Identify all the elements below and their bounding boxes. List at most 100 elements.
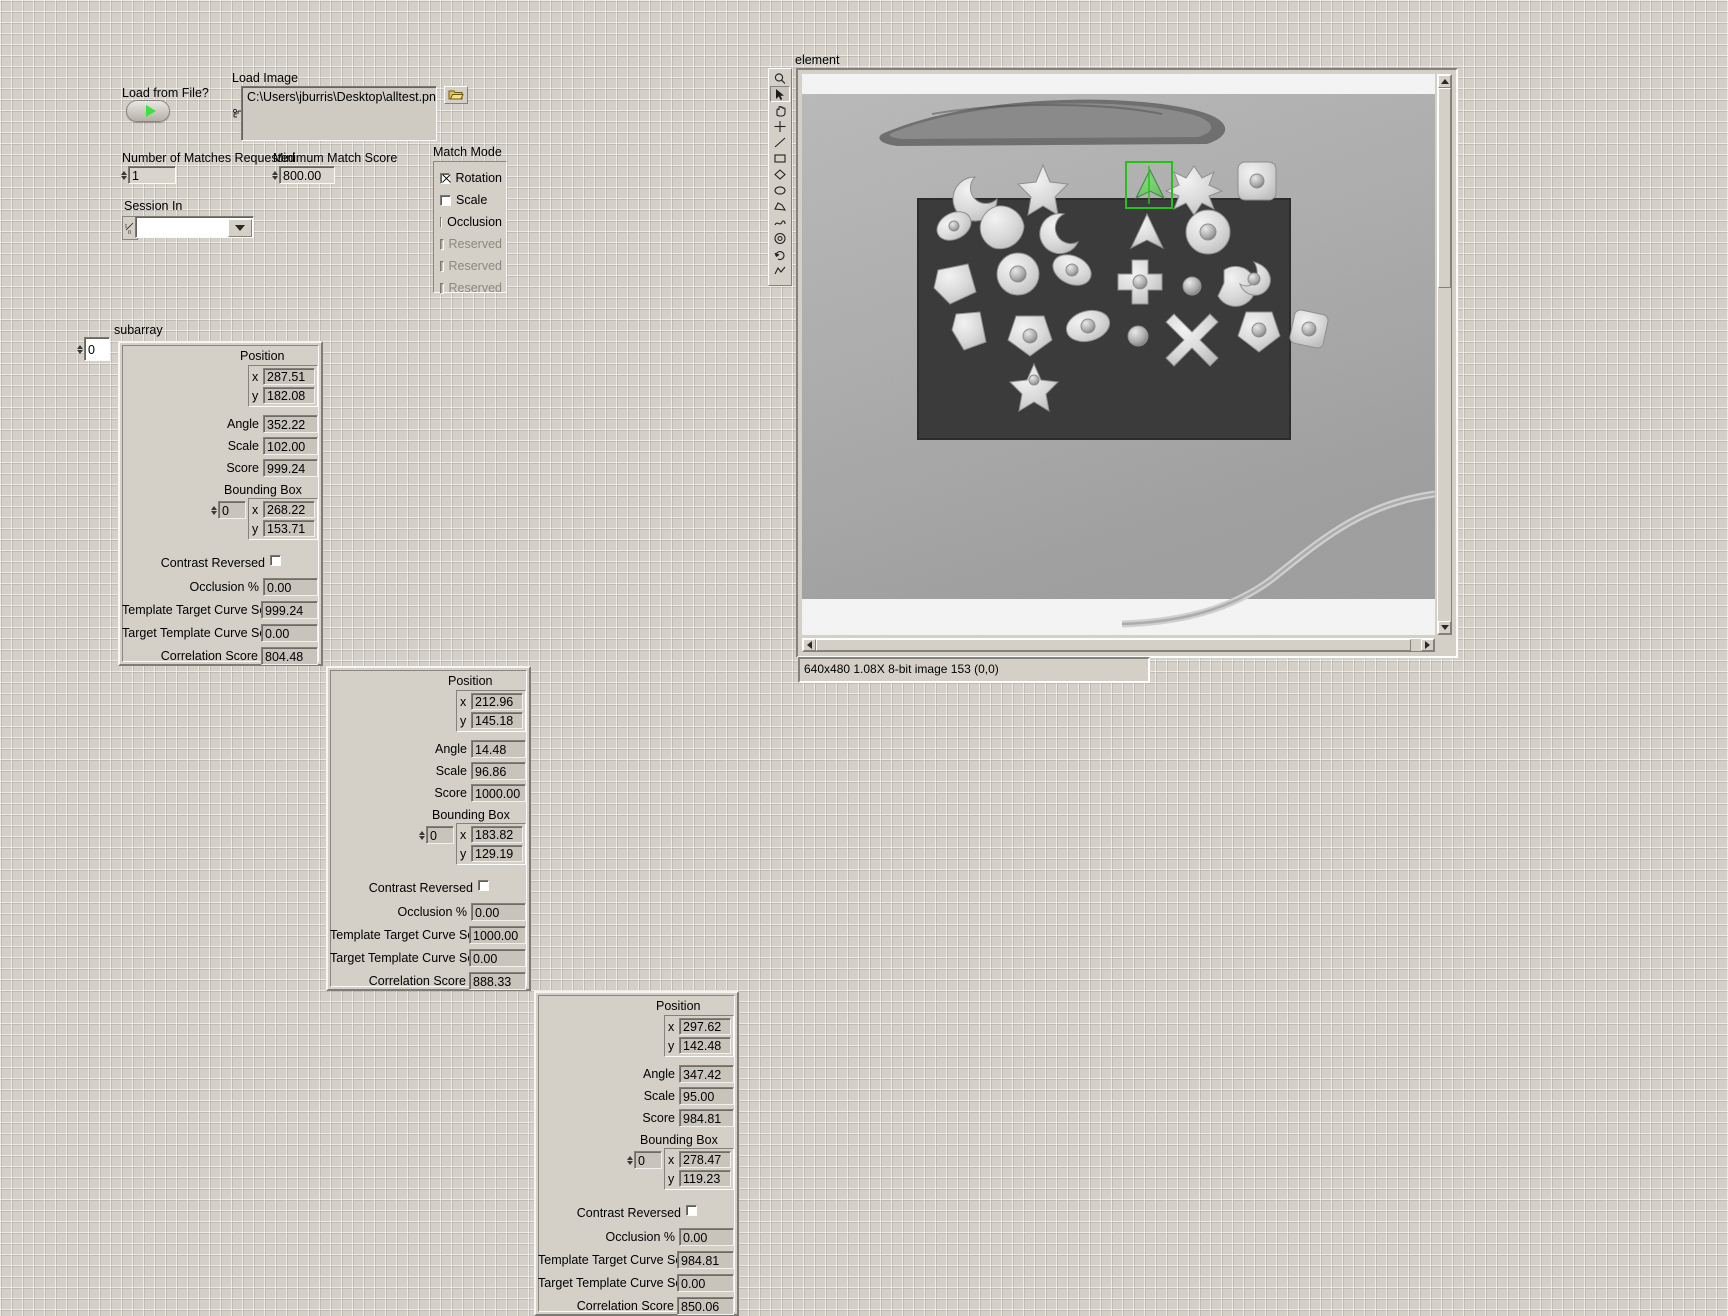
bounding-box-cluster: x 278.47 y 119.23 <box>664 1148 734 1190</box>
score-label: Score <box>642 1111 675 1125</box>
position-x-label: x <box>252 370 259 384</box>
bbox-index-control[interactable]: 0 <box>626 1151 662 1169</box>
template-target-curve-score-label: Template Target Curve Score <box>330 928 492 942</box>
scale-label: Scale <box>643 1089 675 1103</box>
scroll-right-button[interactable] <box>1421 639 1434 651</box>
angle-value: 14.48 <box>471 740 526 758</box>
target-template-curve-score-value: 0.00 <box>677 1274 734 1292</box>
rotated-rectangle-tool[interactable] <box>770 166 790 182</box>
target-template-curve-score-label: Target Template Curve Score <box>330 951 492 965</box>
min-score-control[interactable]: 800.00 <box>271 166 335 184</box>
match-mode-item-scale-1[interactable]: Scale <box>440 189 502 211</box>
load-image-path-container: C:\Users\jburris\Desktop\alltest.png <box>232 86 437 141</box>
bbox-index-stepper[interactable] <box>626 1151 634 1169</box>
session-in-control[interactable]: I0 <box>122 216 254 240</box>
bbox-x-label: x <box>252 503 259 517</box>
angle-label: Angle <box>227 417 259 431</box>
checkbox-icon[interactable] <box>478 880 489 891</box>
correlation-score-label: Correlation Score <box>368 974 466 988</box>
viewer-status-bar: 640x480 1.08X 8-bit image 153 (0,0) <box>798 657 1150 683</box>
bbox-index-stepper[interactable] <box>210 501 218 519</box>
oval-tool[interactable] <box>770 182 790 198</box>
position-label: Position <box>448 674 493 688</box>
score-value: 1000.00 <box>471 784 526 802</box>
checkbox-checked-icon[interactable] <box>440 172 451 184</box>
folder-icon <box>448 90 464 100</box>
scroll-down-button[interactable] <box>1438 621 1451 634</box>
num-matches-stepper[interactable] <box>120 166 128 184</box>
hscroll-thumb[interactable] <box>816 639 1411 651</box>
zoom-tool[interactable] <box>770 70 790 86</box>
broken-line-tool[interactable] <box>770 262 790 278</box>
polygon-tool[interactable] <box>770 198 790 214</box>
match-mode-item-rotation-0[interactable]: Rotation <box>440 167 502 189</box>
contrast-reversed-checkbox[interactable] <box>686 1205 697 1219</box>
subarray-index-control[interactable]: 0 <box>76 337 112 361</box>
checkbox-icon[interactable] <box>270 555 281 566</box>
checkbox-icon[interactable] <box>686 1205 697 1216</box>
occlusion-value: 0.00 <box>471 903 526 921</box>
position-label: Position <box>656 999 701 1013</box>
position-cluster: x 297.62 y 142.48 <box>664 1015 734 1057</box>
bbox-index-stepper[interactable] <box>418 826 426 844</box>
viewer-hscrollbar[interactable] <box>802 638 1435 652</box>
position-y-value: 145.18 <box>471 712 523 729</box>
bbox-index-control[interactable]: 0 <box>418 826 454 844</box>
bounding-box-cluster: x 183.82 y 129.19 <box>456 823 526 865</box>
position-y-label: y <box>252 389 259 403</box>
bbox-index-control[interactable]: 0 <box>210 501 246 519</box>
contrast-reversed-checkbox[interactable] <box>478 880 489 894</box>
pan-hand-tool[interactable] <box>770 102 790 118</box>
annulus-tool[interactable] <box>770 230 790 246</box>
image-viewer-frame <box>796 68 1458 658</box>
scale-label: Scale <box>435 764 467 778</box>
machine-vision-image <box>802 74 1435 635</box>
scroll-up-button[interactable] <box>1438 75 1451 88</box>
contrast-reversed-label: Contrast Reversed <box>576 1206 681 1220</box>
correlation-score-value: 804.48 <box>261 647 318 665</box>
bbox-x-value: 183.82 <box>471 826 523 843</box>
load-from-file-led <box>146 105 156 117</box>
match-mode-item-label: Reserved <box>448 281 503 295</box>
scale-value: 95.00 <box>679 1087 734 1105</box>
load-from-file-label: Load from File? <box>122 86 209 100</box>
num-matches-control[interactable]: 1 <box>120 166 176 184</box>
match-mode-item-occlusion-2[interactable]: Occlusion <box>440 211 502 233</box>
num-matches-input[interactable]: 1 <box>128 166 176 184</box>
viewer-vscrollbar[interactable] <box>1437 74 1452 635</box>
scale-value: 102.00 <box>263 437 318 455</box>
checkbox-icon[interactable] <box>440 216 443 228</box>
vscroll-thumb[interactable] <box>1438 88 1451 288</box>
rectangle-tool[interactable] <box>770 150 790 166</box>
position-x-value: 212.96 <box>471 693 523 710</box>
match-mode-group: Rotation Scale Occlusion Reserved Reserved Re… <box>433 161 507 295</box>
match-result-panel: Position x 212.96 y 145.18 Angle 14.48 Scale 96.… <box>326 666 531 991</box>
load-image-path-input[interactable]: C:\Users\jburris\Desktop\alltest.png <box>241 86 437 141</box>
line-tool[interactable] <box>770 134 790 150</box>
bbox-x-value: 268.22 <box>263 501 315 518</box>
chevron-down-icon[interactable] <box>228 219 252 237</box>
target-template-curve-score-value: 0.00 <box>469 949 526 967</box>
subarray-index-input[interactable]: 0 <box>84 337 110 361</box>
image-canvas[interactable] <box>802 74 1435 635</box>
correlation-score-value: 850.06 <box>677 1297 734 1315</box>
contrast-reversed-checkbox[interactable] <box>270 555 281 569</box>
viewer-status-text: 640x480 1.08X 8-bit image 153 (0,0) <box>804 662 999 676</box>
svg-text:0: 0 <box>128 230 131 235</box>
freehand-tool[interactable] <box>770 214 790 230</box>
position-x-label: x <box>460 695 467 709</box>
occlusion-label: Occlusion % <box>397 905 467 919</box>
browse-folder-button[interactable] <box>444 86 468 104</box>
rotate-tool[interactable] <box>770 246 790 262</box>
point-tool[interactable] <box>770 118 790 134</box>
correlation-score-value: 888.33 <box>469 972 526 990</box>
min-score-input[interactable]: 800.00 <box>279 166 335 184</box>
min-score-stepper[interactable] <box>271 166 279 184</box>
subarray-index-stepper[interactable] <box>76 337 84 361</box>
session-in-label: Session In <box>124 199 183 213</box>
scroll-left-button[interactable] <box>803 639 816 651</box>
load-from-file-toggle[interactable] <box>126 100 170 122</box>
checkbox-icon[interactable] <box>440 194 451 206</box>
position-y-label: y <box>668 1039 675 1053</box>
selection-arrow-tool[interactable] <box>770 86 790 102</box>
